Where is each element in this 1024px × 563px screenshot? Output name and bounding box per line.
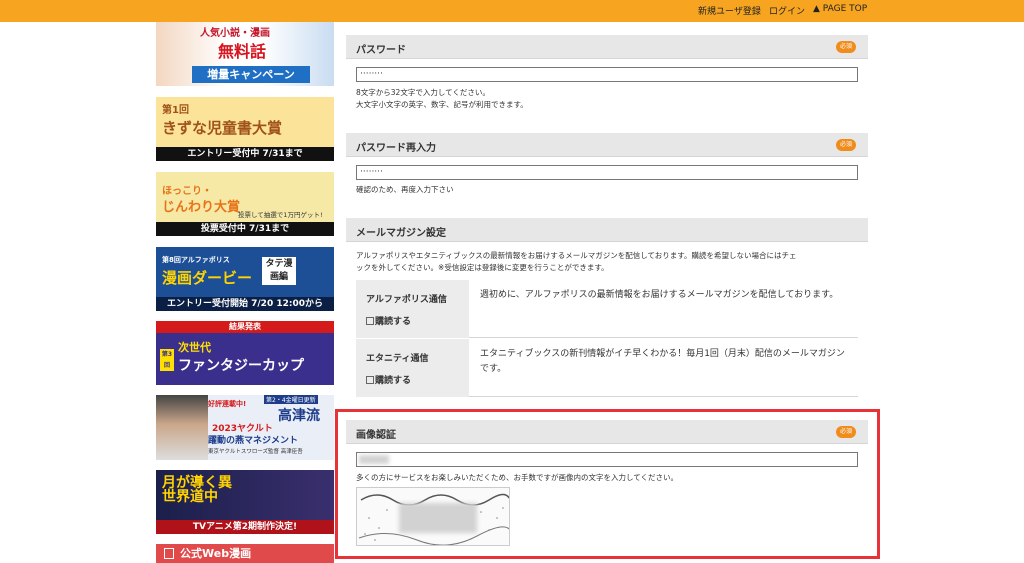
banner-text: 第3回 <box>160 349 174 371</box>
banner-text: じんわり大賞 <box>162 200 241 215</box>
banner-footer: 投票受付中 7/31まで <box>156 222 334 236</box>
password-section-header: パスワード 必須 <box>346 35 868 59</box>
magazine-row-description: 週初めに、アルファポリスの最新情報をお届けするメールマガジンを配信しております。 <box>480 290 839 300</box>
checkbox-label: 購読する <box>375 317 412 327</box>
banner-text: 月が導く異世界道中 <box>162 475 232 505</box>
required-badge: 必須 <box>836 41 856 53</box>
register-link[interactable]: 新規ユーザ登録 <box>698 4 761 17</box>
subscribe-checkbox[interactable]: 購読する <box>366 314 411 327</box>
row-label-cell: アルファポリス通信 購読する <box>356 280 469 338</box>
checkbox-box[interactable] <box>366 376 374 384</box>
section-title: パスワード <box>356 45 406 56</box>
banner-text: 漫画ダービー <box>162 269 253 287</box>
banner-footer: エントリー受付中 7/31まで <box>156 147 334 161</box>
banner-text: 躍動の燕マネジメント <box>208 436 299 446</box>
banner-text: 投票して抽選で1万円ゲット! <box>238 211 323 219</box>
avatar <box>156 395 208 460</box>
banner-text: 第8回アルファポリス <box>162 256 230 264</box>
magazine-name: エタニティ通信 <box>366 354 429 364</box>
banner-text: 増量キャンペーン <box>192 66 310 83</box>
banner-manga-derby[interactable]: 第8回アルファポリス 漫画ダービー タテ漫画編 エントリー受付開始 7/20 1… <box>156 247 334 311</box>
top-bar: 新規ユーザ登録 ログイン ▲ PAGE TOP <box>0 0 1024 22</box>
magazine-row-description: エタニティブックスの新刊情報がイチ早くわかる！毎月1回（月末）配信のメールマガジ… <box>480 349 845 374</box>
banner-text: 東京ヤクルトスワローズ監督 高津臣吾 <box>208 449 303 455</box>
checkbox-label: 購読する <box>375 376 412 386</box>
password-hint: 8文字から32文字で入力してください。 <box>356 88 490 97</box>
banner-text: 第2・4金曜日更新 <box>264 395 318 404</box>
banner-text: 人気小説・漫画 <box>200 28 270 39</box>
banner-fantasy-cup[interactable]: 結果発表 第3回 次世代 ファンタジーカップ <box>156 321 334 385</box>
banner-hokkori-award[interactable]: ほっこり・ じんわり大賞 投票して抽選で1万円ゲット! 投票受付中 7/31まで <box>156 172 334 236</box>
banner-footer: エントリー受付開始 7/20 12:00から <box>156 297 334 311</box>
magazine-name: アルファポリス通信 <box>366 295 447 305</box>
banner-text: ほっこり・ <box>162 186 212 197</box>
section-title: メールマガジン設定 <box>356 228 446 239</box>
web-manga-link[interactable]: 公式Web漫画 <box>156 544 334 563</box>
login-link[interactable]: ログイン <box>769 4 805 17</box>
password-confirm-hint: 確認のため、再度入力下さい <box>356 185 454 194</box>
table-row: アルファポリス通信 購読する 週初めに、アルファポリスの最新情報をお届けするメー… <box>356 280 858 338</box>
magazine-section-header: メールマガジン設定 <box>346 218 868 242</box>
page-top-link[interactable]: ▲ PAGE TOP <box>813 4 867 14</box>
password-hint: 大文字小文字の英字、数字、記号が利用できます。 <box>356 100 528 109</box>
banner-badge: タテ漫画編 <box>262 257 296 285</box>
magazine-description: アルファポリスやエタニティブックスの最新情報をお届けするメールマガジンを配信して… <box>356 251 797 260</box>
checkbox-box[interactable] <box>366 317 374 325</box>
banner-text: 次世代 <box>178 341 211 354</box>
banner-text: 高津流 <box>278 408 320 424</box>
banner-yakult-takatsu[interactable]: 好評連載中! 第2・4金曜日更新 高津流 2023ヤクルト 躍動の燕マネジメント… <box>156 395 334 460</box>
banner-footer: TVアニメ第2期制作決定! <box>156 520 334 534</box>
banner-text: 結果発表 <box>156 321 334 333</box>
required-badge: 必須 <box>836 139 856 151</box>
banner-text: 第1回 <box>162 105 189 116</box>
web-manga-label: 公式Web漫画 <box>180 547 252 560</box>
table-row: エタニティ通信 購読する エタニティブックスの新刊情報がイチ早くわかる！毎月1回… <box>356 339 858 397</box>
captcha-highlight-frame <box>335 409 880 559</box>
subscribe-checkbox[interactable]: 購読する <box>366 373 411 386</box>
banner-free-chapters[interactable]: 人気小説・漫画 無料話 増量キャンペーン <box>156 22 334 86</box>
password-confirm-section-header: パスワード再入力 必須 <box>346 133 868 157</box>
banner-text: 好評連載中! <box>208 400 247 408</box>
row-label-cell: エタニティ通信 購読する <box>356 339 469 397</box>
password-input[interactable]: ········ <box>356 67 858 82</box>
banner-text: 無料話 <box>218 42 267 61</box>
magazine-description: ックを外してください。※受信設定は登録後に変更を行うことができます。 <box>356 263 609 272</box>
banner-kizuna-award[interactable]: 第1回 きずな児童書大賞 エントリー受付中 7/31まで <box>156 97 334 161</box>
banner-text: きずな児童書大賞 <box>162 119 283 137</box>
password-confirm-input[interactable]: ········ <box>356 165 858 180</box>
section-title: パスワード再入力 <box>356 143 436 154</box>
banner-text: ファンタジーカップ <box>178 358 304 374</box>
banner-tsukimichi[interactable]: 月が導く異世界道中 TVアニメ第2期制作決定! <box>156 470 334 534</box>
book-icon <box>164 548 174 559</box>
